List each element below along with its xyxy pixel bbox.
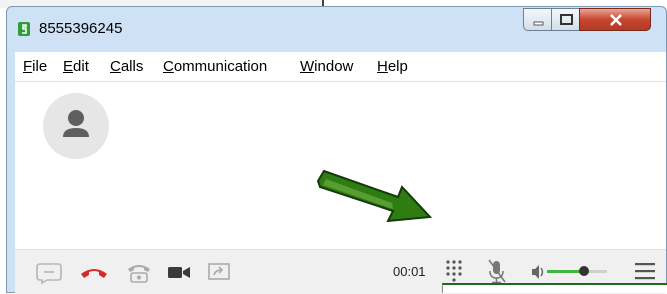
- menu-edit[interactable]: Edit: [63, 58, 89, 75]
- menu-window[interactable]: Window: [300, 58, 353, 75]
- person-icon: [63, 110, 89, 137]
- phone-app-icon: [18, 22, 30, 36]
- contact-avatar: [43, 93, 109, 159]
- minimize-button[interactable]: [523, 8, 552, 31]
- underlying-panel-edge: [442, 283, 667, 293]
- close-icon: [610, 14, 622, 26]
- menu-bar: File Edit Calls Communication Window Hel…: [15, 52, 666, 82]
- screen-share-icon[interactable]: [205, 250, 233, 294]
- transfer-icon[interactable]: [125, 250, 153, 294]
- hangup-icon[interactable]: [78, 250, 110, 294]
- call-timer: 00:01: [393, 264, 426, 279]
- volume-knob[interactable]: [579, 266, 590, 276]
- chat-icon[interactable]: [35, 250, 63, 294]
- close-button[interactable]: [579, 8, 651, 31]
- menu-communication[interactable]: Communication: [163, 58, 267, 75]
- window-title: 8555396245: [39, 20, 123, 37]
- minimize-icon: [533, 21, 544, 26]
- menu-help[interactable]: Help: [377, 58, 408, 75]
- title-bar[interactable]: 8555396245: [7, 7, 666, 47]
- maximize-icon: [560, 14, 573, 25]
- menu-calls[interactable]: Calls: [110, 58, 143, 75]
- call-window: 8555396245 File Edit Calls Communication…: [6, 6, 667, 294]
- green-arrow-annotation: [316, 169, 433, 223]
- video-camera-icon[interactable]: [165, 250, 193, 294]
- maximize-button[interactable]: [551, 8, 580, 31]
- menu-file[interactable]: File: [23, 58, 47, 75]
